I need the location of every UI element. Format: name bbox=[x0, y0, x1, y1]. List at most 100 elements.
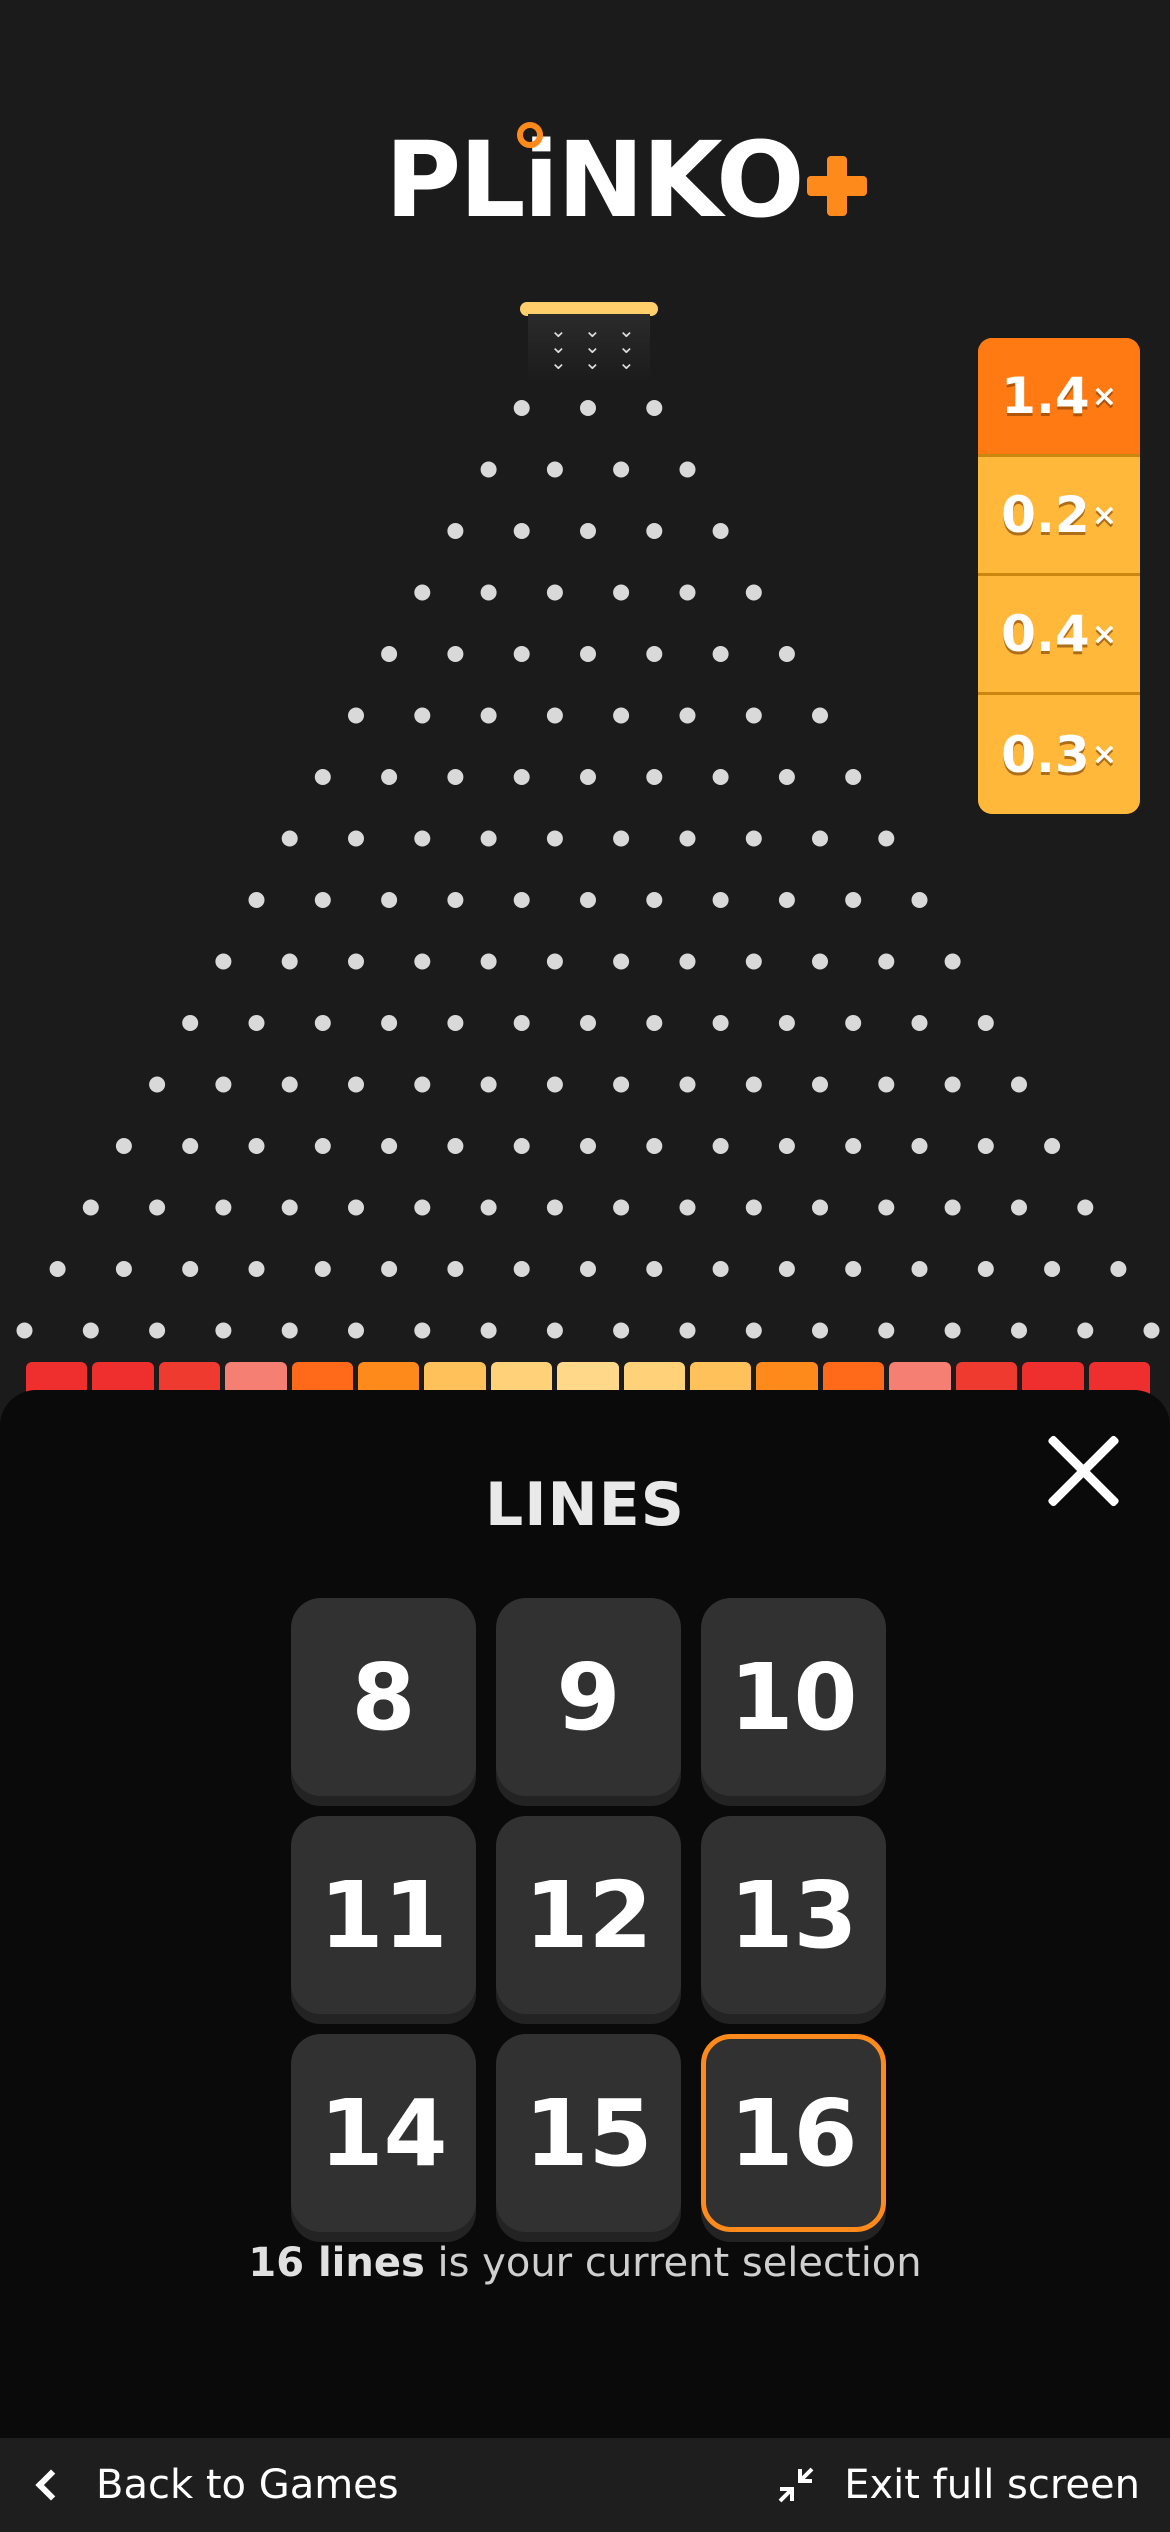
lines-option-14[interactable]: 14 bbox=[291, 2034, 476, 2232]
peg bbox=[215, 953, 232, 970]
peg bbox=[646, 1138, 663, 1154]
peg bbox=[281, 1322, 298, 1339]
peg bbox=[480, 1322, 497, 1339]
peg bbox=[911, 892, 928, 908]
lines-option-8[interactable]: 8 bbox=[291, 1598, 476, 1796]
peg bbox=[215, 1199, 232, 1216]
peg bbox=[745, 1076, 762, 1093]
peg bbox=[845, 1138, 862, 1154]
peg bbox=[911, 1138, 928, 1154]
recent-results: 1.4 × 0.2 × 0.4 × 0.3 × bbox=[978, 338, 1140, 814]
peg bbox=[447, 1261, 464, 1277]
peg bbox=[513, 892, 530, 908]
peg bbox=[580, 523, 596, 539]
peg bbox=[348, 707, 364, 724]
peg bbox=[513, 1138, 530, 1154]
peg bbox=[845, 892, 862, 908]
result-suffix: × bbox=[1091, 616, 1117, 652]
chevron-left-icon bbox=[35, 2469, 67, 2501]
peg bbox=[513, 769, 530, 785]
peg bbox=[679, 461, 696, 478]
peg bbox=[348, 953, 364, 970]
peg bbox=[248, 1138, 265, 1154]
peg bbox=[1110, 1261, 1127, 1277]
peg bbox=[513, 400, 530, 416]
peg bbox=[348, 1199, 364, 1216]
lines-option-12[interactable]: 12 bbox=[496, 1816, 681, 2014]
peg bbox=[845, 1015, 862, 1031]
peg bbox=[613, 707, 630, 724]
peg bbox=[580, 1138, 596, 1154]
peg bbox=[314, 1261, 331, 1277]
peg bbox=[845, 769, 862, 785]
result-multiplier: 1.4 × bbox=[978, 338, 1140, 457]
peg bbox=[646, 892, 663, 908]
peg bbox=[778, 769, 795, 785]
peg bbox=[812, 1199, 828, 1216]
peg bbox=[281, 953, 298, 970]
lines-option-9[interactable]: 9 bbox=[496, 1598, 681, 1796]
chevron-down-icon: ⌄ bbox=[550, 350, 567, 374]
peg bbox=[447, 523, 464, 539]
peg bbox=[745, 830, 762, 847]
peg bbox=[944, 1076, 961, 1093]
peg bbox=[82, 1199, 99, 1216]
peg bbox=[712, 1138, 729, 1154]
peg bbox=[580, 892, 596, 908]
peg bbox=[712, 1261, 729, 1277]
lines-options-grid: 8 9 10 11 12 13 14 15 16 bbox=[291, 1598, 887, 2232]
peg bbox=[546, 584, 563, 601]
peg bbox=[414, 1076, 431, 1093]
chevron-down-icon: ⌄ bbox=[618, 350, 635, 374]
peg bbox=[1077, 1199, 1094, 1216]
peg bbox=[580, 400, 596, 416]
peg bbox=[1011, 1199, 1027, 1216]
peg bbox=[248, 892, 265, 908]
peg bbox=[812, 1322, 828, 1339]
peg bbox=[712, 523, 729, 539]
peg bbox=[447, 892, 464, 908]
peg bbox=[447, 769, 464, 785]
back-to-games-button[interactable]: Back to Games bbox=[28, 2456, 399, 2514]
lines-option-11[interactable]: 11 bbox=[291, 1816, 476, 2014]
peg bbox=[447, 646, 464, 662]
peg bbox=[778, 1015, 795, 1031]
peg bbox=[745, 584, 762, 601]
peg bbox=[679, 707, 696, 724]
lines-option-16[interactable]: 16 bbox=[701, 2034, 886, 2232]
peg bbox=[348, 830, 364, 847]
peg bbox=[778, 646, 795, 662]
peg bbox=[944, 1322, 961, 1339]
peg bbox=[745, 707, 762, 724]
result-multiplier: 0.2 × bbox=[978, 457, 1140, 576]
peg bbox=[679, 1322, 696, 1339]
peg bbox=[613, 461, 630, 478]
peg bbox=[613, 830, 630, 847]
peg bbox=[480, 1076, 497, 1093]
selection-text: 16 lines is your current selection bbox=[0, 2240, 1170, 2286]
peg bbox=[679, 830, 696, 847]
peg bbox=[414, 830, 431, 847]
peg bbox=[381, 892, 398, 908]
peg bbox=[546, 1322, 563, 1339]
lines-option-13[interactable]: 13 bbox=[701, 1816, 886, 2014]
peg bbox=[1044, 1261, 1061, 1277]
peg bbox=[613, 953, 630, 970]
peg bbox=[977, 1261, 994, 1277]
game-board: PLiNKO ⌄ ⌄ ⌄ ⌄ ⌄ ⌄ ⌄ ⌄ ⌄ 1.4 × 0.2 × 0.4 × 0.3 × bbox=[0, 0, 1170, 1400]
lines-option-15[interactable]: 15 bbox=[496, 2034, 681, 2232]
peg bbox=[679, 1199, 696, 1216]
peg bbox=[381, 1261, 398, 1277]
peg bbox=[314, 769, 331, 785]
peg bbox=[16, 1322, 33, 1339]
exit-fullscreen-button[interactable]: Exit full screen bbox=[778, 2456, 1140, 2514]
peg bbox=[49, 1261, 66, 1277]
result-value: 0.2 bbox=[1001, 486, 1090, 544]
plinko-logo: PLiNKO bbox=[385, 120, 867, 240]
peg bbox=[480, 1199, 497, 1216]
peg bbox=[646, 523, 663, 539]
peg bbox=[977, 1138, 994, 1154]
exit-label: Exit full screen bbox=[844, 2462, 1140, 2508]
peg bbox=[745, 953, 762, 970]
lines-option-10[interactable]: 10 bbox=[701, 1598, 886, 1796]
